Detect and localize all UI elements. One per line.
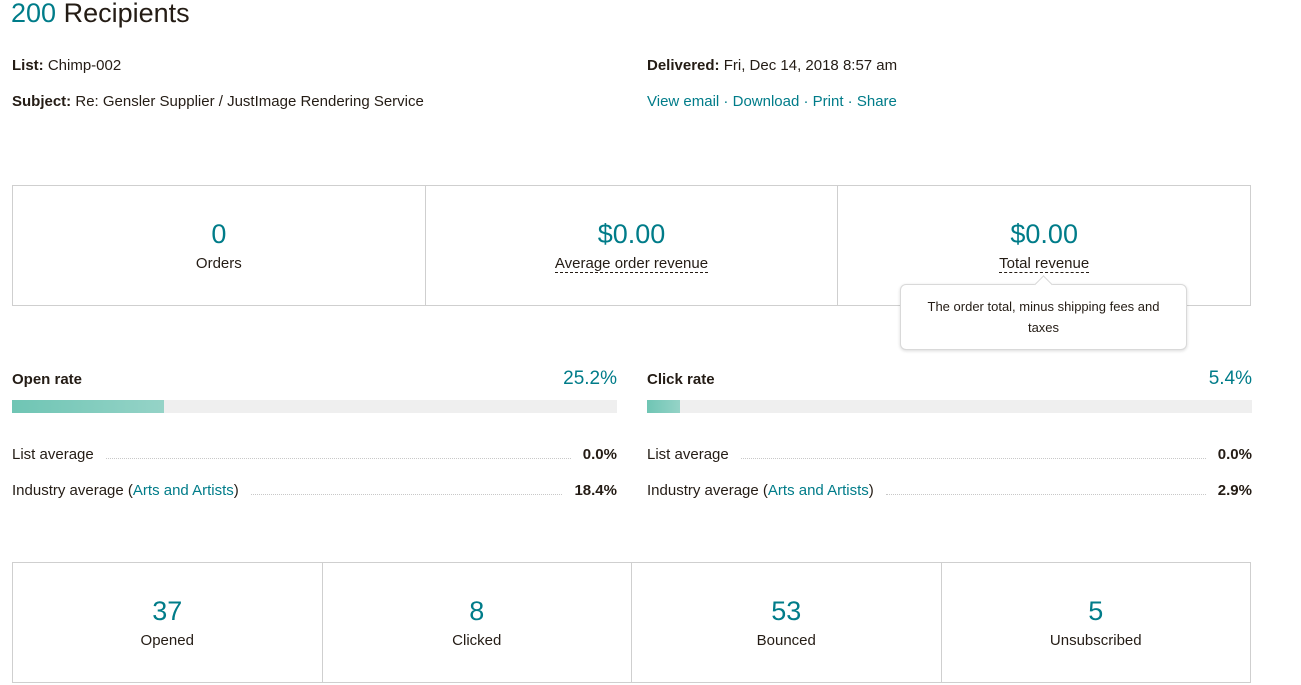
industry-link[interactable]: Arts and Artists — [768, 482, 869, 499]
list-info: List: Chimp-002 — [12, 56, 121, 76]
download-link[interactable]: Download — [733, 93, 800, 110]
list-average-label: List average — [647, 445, 729, 463]
delivered-value: Fri, Dec 14, 2018 8:57 am — [719, 57, 898, 74]
orders-label: Orders — [195, 255, 242, 272]
orders-stat: 0 Orders — [13, 186, 426, 305]
open-industry-average-row: Industry average (Arts and Artists) 18.4… — [12, 481, 617, 499]
industry-link[interactable]: Arts and Artists — [133, 482, 234, 499]
total-revenue-label[interactable]: Total revenue — [999, 255, 1090, 273]
list-value: Chimp-002 — [43, 57, 122, 74]
clicked-label: Clicked — [452, 632, 502, 649]
subject-value: Re: Gensler Supplier / JustImage Renderi… — [71, 93, 424, 110]
open-list-average-row: List average 0.0% — [12, 444, 617, 464]
view-email-link[interactable]: View email — [647, 93, 719, 110]
click-rate-bar — [647, 400, 1252, 413]
click-industry-average-row: Industry average (Arts and Artists) 2.9% — [647, 481, 1252, 499]
total-revenue-tooltip: The order total, minus shipping fees and… — [900, 284, 1187, 350]
industry-average-label: Industry average ( — [12, 481, 133, 499]
unsubscribed-value: 5 — [1088, 596, 1104, 626]
recipient-count: 200 — [11, 0, 57, 28]
list-average-value: 0.0% — [582, 445, 617, 463]
list-average-label: List average — [12, 445, 94, 463]
open-rate-value: 25.2% — [563, 368, 617, 389]
delivered-label: Delivered: — [647, 57, 720, 74]
click-rate-value: 5.4% — [1208, 368, 1252, 389]
total-revenue-value: $0.00 — [1010, 219, 1078, 249]
opened-label: Opened — [140, 632, 194, 649]
open-rate-bar-fill — [12, 400, 165, 413]
share-link[interactable]: Share — [857, 93, 897, 110]
open-rate-label: Open rate — [12, 371, 83, 388]
clicked-stat[interactable]: 8 Clicked — [323, 563, 632, 682]
unsubscribed-stat[interactable]: 5 Unsubscribed — [942, 563, 1251, 682]
average-order-revenue-stat: $0.00 Average order revenue — [426, 186, 839, 305]
opened-value: 37 — [152, 596, 183, 626]
average-order-revenue-value: $0.00 — [597, 219, 666, 249]
delivered-info: Delivered: Fri, Dec 14, 2018 8:57 am — [647, 56, 897, 76]
click-list-average-row: List average 0.0% — [647, 444, 1252, 464]
average-order-revenue-label[interactable]: Average order revenue — [554, 255, 709, 273]
orders-value: 0 — [211, 219, 227, 249]
industry-average-value: 18.4% — [574, 481, 617, 499]
recipients-label: Recipients — [56, 0, 190, 28]
list-label: List: — [12, 57, 44, 74]
bounced-stat[interactable]: 53 Bounced — [632, 563, 942, 682]
separator: · — [799, 93, 813, 110]
clicked-value: 8 — [469, 596, 485, 626]
industry-average-value: 2.9% — [1217, 481, 1252, 499]
page-title: 200 Recipients — [11, 0, 190, 30]
industry-average-label: Industry average ( — [647, 481, 768, 499]
click-rate-bar-fill — [647, 400, 680, 413]
print-link[interactable]: Print — [813, 93, 844, 110]
list-average-value: 0.0% — [1217, 445, 1252, 463]
open-rate-bar — [12, 400, 617, 413]
subject-info: Subject: Re: Gensler Supplier / JustImag… — [12, 92, 424, 112]
bounced-value: 53 — [771, 596, 802, 626]
email-actions: View email · Download · Print · Share — [647, 92, 897, 112]
opened-stat[interactable]: 37 Opened — [13, 563, 323, 682]
unsubscribed-label: Unsubscribed — [1049, 632, 1142, 649]
open-rate-section: Open rate 25.2% List average 0.0% Indust… — [12, 368, 617, 518]
separator: · — [719, 93, 733, 110]
bounced-label: Bounced — [756, 632, 816, 649]
click-rate-label: Click rate — [647, 371, 715, 388]
click-rate-section: Click rate 5.4% List average 0.0% Indust… — [647, 368, 1252, 518]
separator: · — [843, 93, 857, 110]
engagement-summary: 37 Opened 8 Clicked 53 Bounced 5 Unsubsc… — [12, 562, 1251, 683]
subject-label: Subject: — [12, 93, 72, 110]
